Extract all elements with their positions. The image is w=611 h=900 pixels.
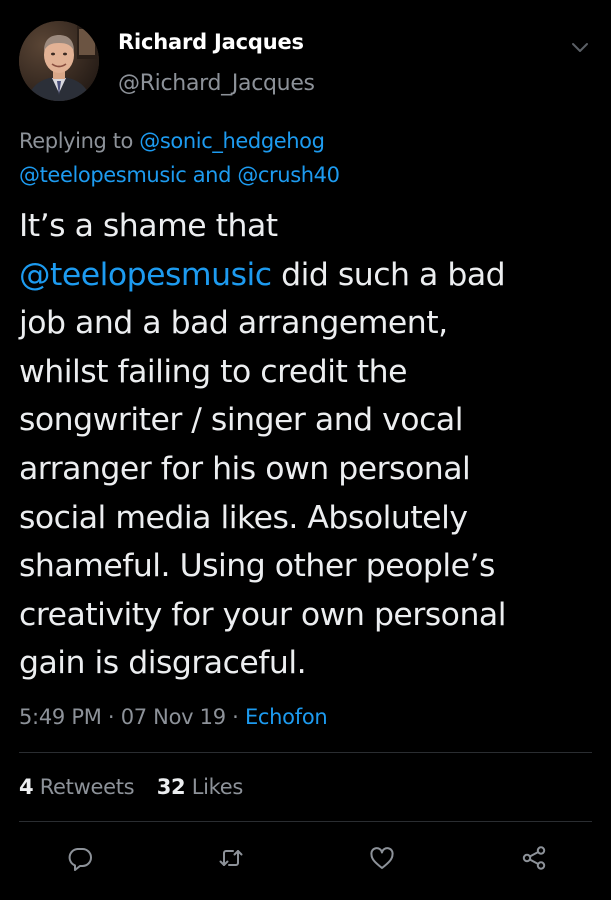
retweet-icon: [219, 850, 243, 866]
tweet-mention-teelopesmusic[interactable]: @teelopesmusic: [19, 257, 272, 293]
retweets-label: Retweets: [39, 775, 135, 799]
replying-to-mention-crush40[interactable]: @crush40: [237, 163, 340, 187]
tweet-text-line: gain is disgraceful.: [19, 645, 307, 682]
author-display-name[interactable]: Richard Jacques: [118, 30, 304, 54]
tweet-time: 5:49 PM: [19, 705, 102, 729]
replying-to-line-1: Replying to @sonic_hedgehog: [19, 124, 340, 158]
replying-to-conjunction[interactable]: and: [193, 163, 232, 187]
reply-button[interactable]: [64, 842, 96, 874]
avatar-photo: [19, 21, 99, 101]
replying-to-line-2: @teelopesmusic and @crush40: [19, 158, 340, 192]
retweets-count: 4: [19, 775, 34, 799]
retweet-button[interactable]: [215, 842, 247, 874]
replying-to-prefix: Replying to: [19, 129, 133, 153]
more-options-chevron-down-icon[interactable]: [569, 36, 591, 58]
replying-to-mention-sonic-hedgehog[interactable]: @sonic_hedgehog: [139, 129, 325, 153]
tweet-text-line: It’s a shame that: [19, 208, 278, 244]
tweet-text-line: whilst failing to credit the: [19, 353, 408, 390]
tweet-date: 07 Nov 19: [120, 705, 226, 729]
tweet-meta: 5:49 PM · 07 Nov 19 · Echofon: [19, 705, 328, 729]
share-icon: [522, 846, 546, 870]
replying-to-line: Replying to @sonic_hedgehog @teelopesmus…: [19, 124, 340, 192]
tweet-stats: 4 Retweets 32 Likes: [19, 775, 259, 799]
tweet-text-line: creativity for your own personal: [19, 596, 506, 633]
tweet-text-line: @teelopesmusic did such a bad: [19, 251, 599, 300]
tweet-text-line: job and a bad arrangement,: [19, 305, 448, 342]
likes-count: 32: [156, 775, 186, 799]
divider: [19, 821, 592, 822]
meta-separator: ·: [107, 705, 115, 729]
author-handle[interactable]: @Richard_Jacques: [118, 71, 315, 96]
tweet-text-line: arranger for his own personal: [19, 450, 471, 487]
tweet-text: It’s a shame that @teelopesmusic did suc…: [19, 202, 599, 688]
share-button[interactable]: [518, 842, 550, 874]
tweet-text-line: songwriter / singer and vocal: [19, 402, 463, 439]
tweet-source-link[interactable]: Echofon: [245, 705, 328, 729]
like-button[interactable]: [366, 842, 398, 874]
tweet-text-line: social media likes. Absolutely: [19, 499, 468, 536]
heart-icon: [370, 847, 394, 869]
tweet-text-line: shameful. Using other people’s: [19, 548, 495, 585]
retweets-stat[interactable]: 4 Retweets: [19, 775, 135, 799]
author-avatar[interactable]: [19, 21, 99, 101]
likes-stat[interactable]: 32 Likes: [156, 775, 244, 799]
reply-icon: [68, 848, 92, 871]
likes-label: Likes: [191, 775, 244, 799]
tweet-text-fragment: did such a bad: [271, 256, 506, 293]
meta-separator: ·: [232, 705, 239, 729]
replying-to-mention-teelopesmusic[interactable]: @teelopesmusic: [19, 163, 187, 187]
divider: [19, 752, 592, 753]
